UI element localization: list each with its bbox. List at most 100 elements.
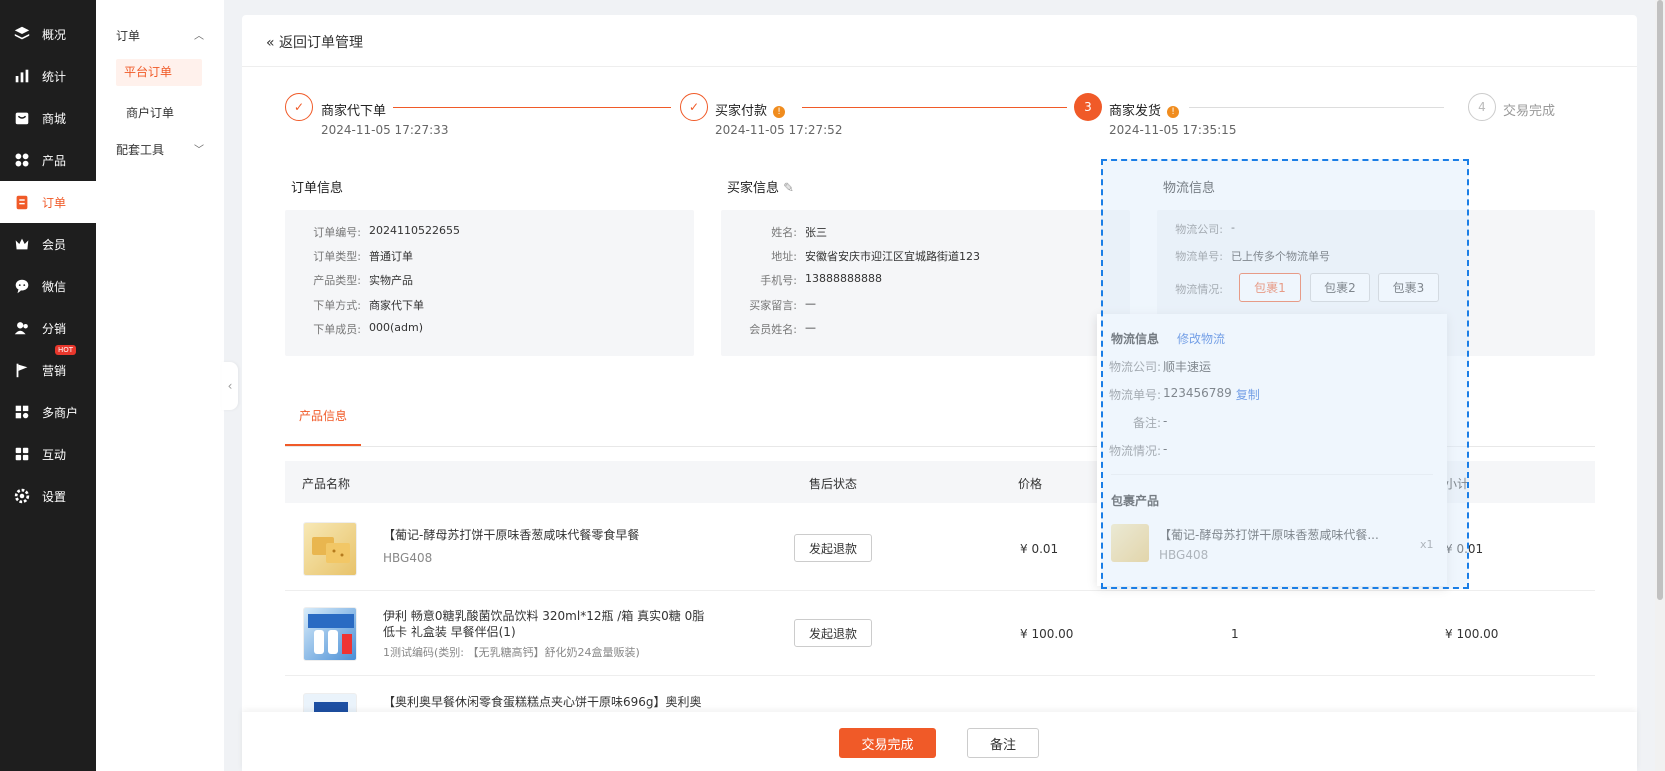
back-link[interactable]: « 返回订单管理 [266, 32, 363, 52]
field-value: 2024110522655 [369, 224, 460, 237]
field-value: 安徽省安庆市迎江区宜城路街道123 [805, 250, 980, 263]
refund-button[interactable]: 发起退款 [794, 534, 872, 562]
sidebar-item-label: 营销 [42, 363, 67, 378]
order-icon [12, 192, 32, 212]
gear-icon [12, 486, 32, 506]
field-label: 地址: [771, 250, 797, 263]
submenu-group-tools[interactable]: 配套工具 [116, 141, 164, 158]
member-name-row: 会员姓名: — [721, 321, 816, 337]
step-3-label: 商家发货 [1109, 104, 1162, 119]
merchant-icon [12, 402, 32, 422]
col-product-name: 产品名称 [302, 477, 351, 491]
sidebar-item-settings[interactable]: 设置 [0, 475, 96, 517]
step-1-check-icon: ✓ [285, 93, 313, 121]
product-name[interactable]: 伊利 畅意0糖乳酸菌饮品饮料 320ml*12瓶 /箱 真实0糖 0脂低卡 礼盒… [383, 608, 708, 640]
field-label: 买家留言: [749, 299, 797, 312]
info-icon[interactable]: ! [1167, 106, 1180, 118]
sidebar-item-overview[interactable]: 概况 [0, 13, 96, 55]
complete-trade-button[interactable]: 交易完成 [839, 728, 936, 758]
product-image [303, 607, 357, 661]
order-method-row: 下单方式: 商家代下单 [285, 297, 424, 313]
step-3-title: 商家发货! [1109, 100, 1180, 119]
order-member-row: 下单成员: 000(adm) [285, 321, 423, 337]
product-name[interactable]: 【葡记-酵母苏打饼干原味香葱咸味代餐零食早餐 [383, 527, 639, 543]
sidebar-item-label: 微信 [42, 279, 67, 294]
divider [242, 66, 1637, 67]
step-3-number: 3 [1074, 93, 1102, 121]
step-connector [393, 107, 671, 108]
order-submenu: 订单 ︿ 平台订单 商户订单 配套工具 ﹀ [96, 0, 224, 771]
field-value: 实物产品 [369, 274, 413, 287]
sidebar-item-marketing[interactable]: 营销 HOT [0, 345, 96, 391]
field-label: 下单方式: [313, 299, 361, 312]
sidebar-item-label: 订单 [42, 195, 67, 210]
sidebar-item-label: 多商户 [42, 405, 79, 420]
page-scrollbar[interactable] [1655, 0, 1665, 771]
submenu-item-merchant-orders[interactable]: 商户订单 [126, 104, 174, 121]
col-price: 价格 [1018, 477, 1043, 491]
field-label: 订单类型: [313, 250, 361, 263]
submenu-group-orders[interactable]: 订单 [116, 27, 140, 44]
submenu-item-platform-orders[interactable]: 平台订单 [116, 59, 202, 86]
sidebar-item-merchants[interactable]: 多商户 [0, 391, 96, 433]
step-4-number: 4 [1468, 93, 1496, 121]
product-code: 1测试编码(类别: 【无乳糖高钙】舒化奶24盒量贩装) [383, 646, 640, 659]
sidebar-item-label: 分销 [42, 321, 67, 336]
buyer-message-row: 买家留言: — [721, 297, 816, 313]
action-bar: 交易完成 备注 [242, 712, 1637, 771]
sidebar-item-mall[interactable]: 商城 [0, 97, 96, 139]
sidebar-item-label: 产品 [42, 153, 67, 168]
sidebar-item-label: 商城 [42, 111, 67, 126]
scrollbar-thumb[interactable] [1657, 0, 1663, 600]
buyer-phone-row: 手机号: 13888888888 [721, 272, 882, 288]
chevron-down-icon[interactable]: ﹀ [194, 141, 204, 156]
store-icon [12, 108, 32, 128]
step-connector [802, 107, 1067, 108]
field-value: 13888888888 [805, 272, 882, 285]
step-4-title: 交易完成 [1503, 104, 1556, 119]
field-label: 姓名: [771, 226, 797, 239]
sidebar-item-label: 会员 [42, 237, 67, 252]
step-2-time: 2024-11-05 17:27:52 [715, 123, 843, 137]
users-icon [12, 318, 32, 338]
step-2-check-icon: ✓ [680, 93, 708, 121]
sidebar-item-label: 设置 [42, 489, 67, 504]
sidebar-item-distribution[interactable]: 分销 [0, 307, 96, 349]
col-after-sale: 售后状态 [809, 477, 858, 491]
tab-product-info[interactable]: 产品信息 [299, 407, 347, 424]
step-1-title: 商家代下单 [321, 104, 387, 119]
product-type-row: 产品类型: 实物产品 [285, 272, 413, 288]
buyer-name-row: 姓名: 张三 [721, 224, 827, 240]
info-icon[interactable]: ! [773, 106, 786, 118]
field-label: 订单编号: [313, 226, 361, 239]
sidebar-item-label: 概况 [42, 27, 67, 42]
sidebar-item-members[interactable]: 会员 [0, 223, 96, 265]
sidebar-item-wechat[interactable]: 微信 [0, 265, 96, 307]
step-2-label: 买家付款 [715, 104, 768, 119]
buyer-address-row: 地址: 安徽省安庆市迎江区宜城路街道123 [721, 248, 980, 264]
product-code: HBG408 [383, 551, 433, 565]
sidebar-item-interaction[interactable]: 互动 [0, 433, 96, 475]
hot-badge: HOT [55, 345, 77, 355]
logistics-highlight-box [1101, 159, 1469, 589]
field-value: — [805, 321, 816, 334]
row-divider [285, 675, 1595, 676]
sidebar-item-stats[interactable]: 统计 [0, 55, 96, 97]
sidebar-item-orders[interactable]: 订单 [0, 181, 96, 223]
collapse-submenu-button[interactable]: ‹ [222, 362, 238, 410]
subtotal-value: ¥ 100.00 [1445, 627, 1499, 641]
step-2-title: 买家付款! [715, 100, 786, 119]
quantity-value: 1 [1231, 627, 1239, 641]
sidebar-item-label: 互动 [42, 447, 67, 462]
field-label: 下单成员: [313, 323, 361, 336]
field-value: — [805, 297, 816, 310]
product-image [303, 522, 357, 576]
refund-button[interactable]: 发起退款 [794, 619, 872, 647]
buyer-info-title: 买家信息 ✎ [727, 177, 794, 196]
note-button[interactable]: 备注 [967, 728, 1039, 758]
edit-icon[interactable]: ✎ [783, 181, 794, 196]
row-divider [285, 590, 1595, 591]
chevron-up-icon[interactable]: ︿ [194, 27, 204, 42]
product-name[interactable]: 【奥利奥早餐休闲零食蛋糕糕点夹心饼干原味696g】奥利奥 [383, 694, 702, 710]
sidebar-item-products[interactable]: 产品 [0, 139, 96, 181]
